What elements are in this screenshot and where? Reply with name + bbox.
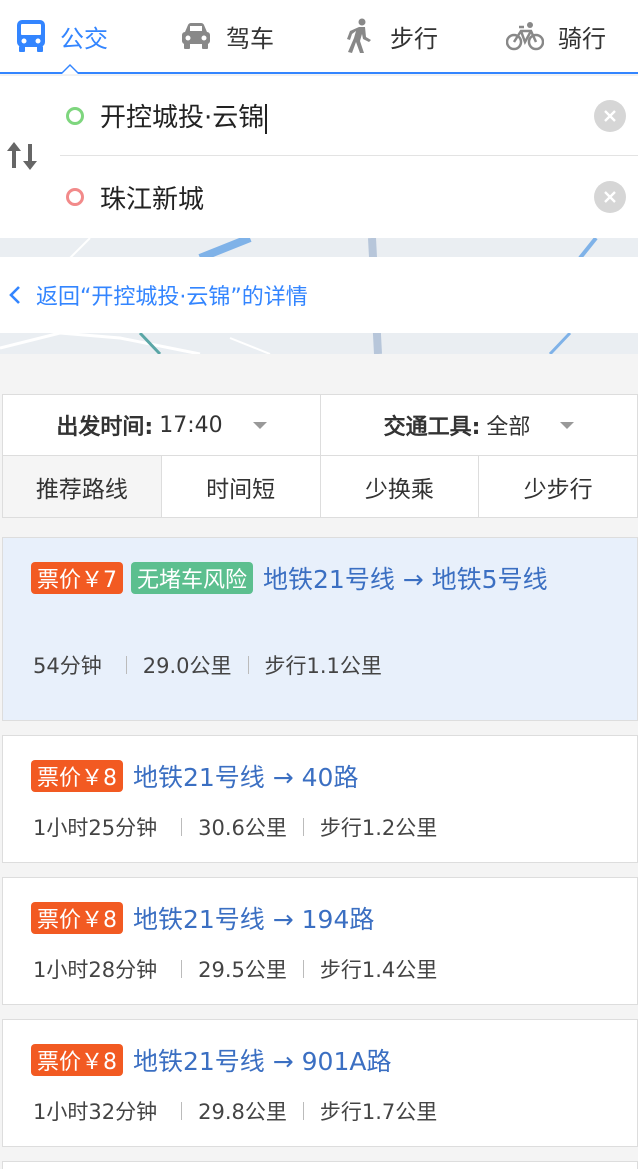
route-duration: 1小时25分钟 (33, 816, 158, 840)
tab-label: 步行 (390, 24, 438, 53)
route-result-card[interactable]: 票价￥7 无堵车风险 地铁21号线 → 地铁5号线 54分钟 29.0公里 步行… (2, 537, 638, 721)
clear-start-button[interactable] (594, 100, 626, 132)
route-distance: 30.6公里 (198, 816, 287, 840)
no-traffic-badge: 无堵车风险 (131, 562, 254, 594)
bike-icon (506, 22, 544, 51)
route-name: 地铁21号线 → 40路 (133, 763, 359, 792)
route-name: 地铁21号线 → 地铁5号线 (263, 565, 548, 594)
sort-tab-shortest-time[interactable]: 时间短 (160, 456, 320, 517)
route-input-box: 开控城投·云锦 珠江新城 (0, 76, 638, 238)
price-badge: 票价￥8 (31, 1044, 123, 1076)
sort-tabs: 推荐路线 时间短 少换乘 少步行 (2, 456, 638, 518)
start-point-input[interactable]: 开控城投·云锦 (100, 97, 638, 134)
divider (181, 818, 183, 836)
tab-label: 公交 (60, 24, 108, 53)
divider (302, 1102, 304, 1120)
price-badge: 票价￥8 (31, 760, 123, 792)
route-meta: 1小时25分钟 30.6公里 步行1.2公里 (33, 812, 437, 842)
swap-icon[interactable] (4, 138, 40, 174)
route-distance: 29.0公里 (142, 654, 232, 678)
end-point-row[interactable]: 珠江新城 (60, 157, 638, 237)
tab-label: 骑行 (558, 24, 606, 53)
route-name: 地铁21号线 → 194路 (133, 905, 375, 934)
vehicle-type-label: 交通工具: (383, 415, 481, 440)
vehicle-type-value: 全部 (486, 415, 531, 440)
route-result-card[interactable]: 票价￥8 地铁21号线 → 40路 1小时25分钟 30.6公里 步行1.2公里 (2, 735, 638, 863)
chevron-down-icon (252, 421, 267, 429)
route-walk-distance: 步行1.2公里 (319, 816, 438, 840)
sort-tab-recommended[interactable]: 推荐路线 (3, 456, 161, 517)
divider (181, 1102, 183, 1120)
route-title-line: 票价￥8 地铁21号线 → 901A路 (31, 1042, 391, 1078)
route-duration: 54分钟 (33, 654, 102, 678)
route-meta: 1小时32分钟 29.8公里 步行1.7公里 (33, 1096, 437, 1126)
route-title-line: 票价￥8 地铁21号线 → 40路 (31, 758, 358, 794)
route-meta: 1小时28分钟 29.5公里 步行1.4公里 (33, 954, 437, 984)
route-walk-distance: 步行1.4公里 (319, 958, 438, 982)
sort-tab-least-walking[interactable]: 少步行 (478, 456, 637, 517)
start-dot-icon (66, 106, 84, 125)
car-icon (182, 23, 210, 49)
text-cursor (265, 103, 268, 134)
end-dot-icon (66, 188, 84, 206)
end-point-input[interactable]: 珠江新城 (100, 179, 638, 216)
price-badge: 票价￥7 (31, 562, 123, 594)
divider (181, 960, 183, 978)
chevron-left-icon (9, 286, 20, 304)
transit-route-page: 公交 驾车 步行 骑行 开控城投·云锦 珠江新城 返回“开控城投·云锦”的详情 … (0, 0, 638, 1169)
route-duration: 1小时32分钟 (33, 1100, 158, 1124)
sort-tab-fewest-transfers[interactable]: 少换乘 (319, 456, 479, 517)
divider (125, 656, 127, 674)
divider (302, 818, 304, 836)
tab-label: 驾车 (226, 24, 274, 53)
depart-time-label: 出发时间: (56, 415, 154, 440)
route-title-line: 票价￥7 无堵车风险 地铁21号线 → 地铁5号线 (31, 560, 548, 596)
price-badge: 票价￥8 (31, 902, 123, 934)
travel-mode-tabs: 公交 驾车 步行 骑行 (0, 0, 638, 74)
tab-car[interactable]: 驾车 (180, 0, 274, 72)
route-meta: 54分钟 29.0公里 步行1.1公里 (33, 650, 382, 680)
chevron-down-icon (560, 421, 575, 429)
route-name: 地铁21号线 → 901A路 (133, 1047, 392, 1076)
back-to-details-link[interactable]: 返回“开控城投·云锦”的详情 (0, 257, 638, 333)
clear-end-button[interactable] (594, 181, 626, 213)
bus-icon (17, 20, 45, 52)
route-title-line: 票价￥8 地铁21号线 → 194路 (31, 900, 374, 936)
start-point-row[interactable]: 开控城投·云锦 (60, 76, 638, 156)
route-result-card[interactable]: 票价￥8 地铁21号线 → 194路 1小时28分钟 29.5公里 步行1.4公… (2, 877, 638, 1005)
tab-walk[interactable]: 步行 (344, 0, 438, 72)
route-distance: 29.5公里 (198, 958, 287, 982)
close-icon (604, 191, 616, 203)
depart-time-filter[interactable]: 出发时间: 17:40 (3, 395, 320, 455)
route-walk-distance: 步行1.7公里 (319, 1100, 438, 1124)
divider (247, 656, 249, 674)
filter-row: 出发时间: 17:40 交通工具: 全部 (2, 394, 638, 456)
back-link-text: 返回“开控城投·云锦”的详情 (36, 285, 308, 310)
tab-bike[interactable]: 骑行 (506, 0, 606, 72)
walk-icon (347, 18, 371, 53)
route-distance: 29.8公里 (198, 1100, 287, 1124)
tab-bus[interactable]: 公交 (16, 0, 108, 72)
vehicle-type-filter[interactable]: 交通工具: 全部 (320, 395, 637, 455)
active-tab-indicator (60, 64, 80, 74)
route-duration: 1小时28分钟 (33, 958, 158, 982)
route-result-card[interactable]: 票价￥8 地铁21号线 → 901A路 1小时32分钟 29.8公里 步行1.7… (2, 1019, 638, 1147)
divider (302, 960, 304, 978)
route-walk-distance: 步行1.1公里 (264, 654, 382, 678)
route-result-card[interactable] (2, 1161, 638, 1169)
depart-time-value: 17:40 (159, 412, 223, 438)
close-icon (604, 110, 616, 122)
